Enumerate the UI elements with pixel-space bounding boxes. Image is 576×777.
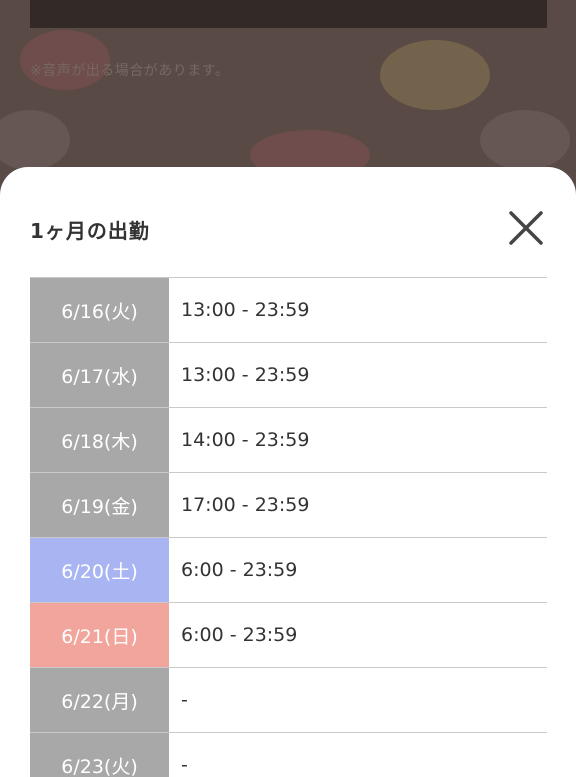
date-cell: 6/18(木) (30, 408, 169, 472)
schedule-sheet: 1ヶ月の出勤 6/16(火) 13:00 - 23:59 6/17(水) 13:… (0, 167, 576, 777)
time-cell: 13:00 - 23:59 (181, 299, 310, 321)
time-cell: 14:00 - 23:59 (181, 429, 310, 451)
time-cell: 13:00 - 23:59 (181, 364, 310, 386)
date-cell: 6/21(日) (30, 603, 169, 667)
schedule-row: 6/18(木) 14:00 - 23:59 (30, 408, 547, 473)
schedule-row: 6/22(月) - (30, 668, 547, 733)
schedule-row: 6/16(火) 13:00 - 23:59 (30, 278, 547, 343)
time-cell: 6:00 - 23:59 (181, 624, 298, 646)
schedule-table: 6/16(火) 13:00 - 23:59 6/17(水) 13:00 - 23… (30, 277, 547, 777)
time-cell: - (181, 689, 188, 711)
date-cell: 6/16(火) (30, 278, 169, 342)
schedule-row: 6/20(土) 6:00 - 23:59 (30, 538, 547, 603)
schedule-row: 6/19(金) 17:00 - 23:59 (30, 473, 547, 538)
schedule-row: 6/17(水) 13:00 - 23:59 (30, 343, 547, 408)
date-cell: 6/19(金) (30, 473, 169, 537)
date-cell: 6/17(水) (30, 343, 169, 407)
date-cell: 6/22(月) (30, 668, 169, 732)
close-button[interactable] (503, 207, 547, 251)
schedule-row: 6/23(火) - (30, 733, 547, 777)
time-cell: 17:00 - 23:59 (181, 494, 310, 516)
schedule-row: 6/21(日) 6:00 - 23:59 (30, 603, 547, 668)
sheet-title: 1ヶ月の出勤 (30, 219, 150, 243)
date-cell: 6/20(土) (30, 538, 169, 602)
date-cell: 6/23(火) (30, 733, 169, 777)
close-icon (509, 211, 543, 245)
time-cell: 6:00 - 23:59 (181, 559, 298, 581)
time-cell: - (181, 754, 188, 776)
